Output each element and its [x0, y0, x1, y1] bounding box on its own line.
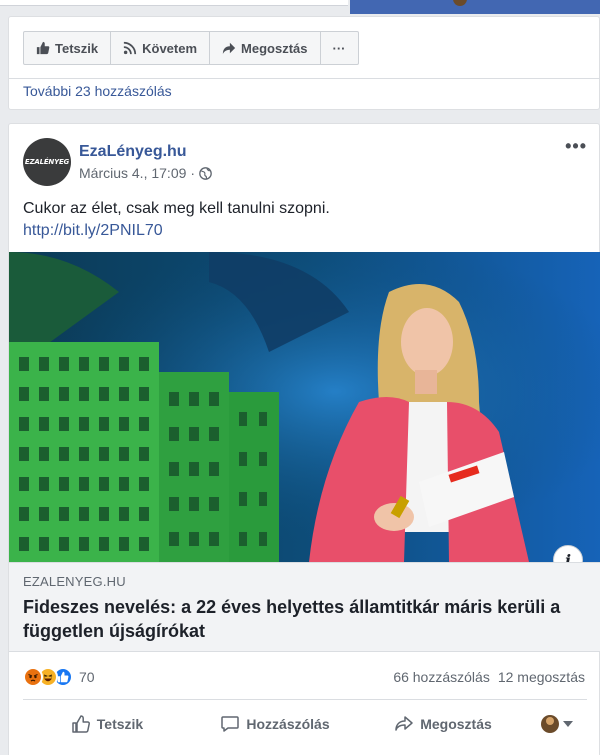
- post-card: EZALÉNYEG EzaLényeg.hu Március 4., 17:09…: [8, 123, 600, 755]
- comment-count[interactable]: 66 hozzászólás: [393, 669, 490, 685]
- page-like-label: Tetszik: [55, 40, 99, 56]
- divider: [9, 78, 600, 79]
- ted-talk-photo: [9, 252, 600, 562]
- globe-icon[interactable]: [199, 166, 212, 180]
- post-timestamp[interactable]: Március 4., 17:09: [79, 165, 186, 181]
- previous-post-card: Tetszik Követem Megosztás ··· További 23…: [8, 16, 600, 110]
- follow-label: Követem: [142, 40, 198, 56]
- page-logo: EZALÉNYEG: [24, 158, 70, 166]
- more-comments-link[interactable]: További 23 hozzászólás: [23, 83, 172, 99]
- meta-separator: ·: [190, 165, 196, 181]
- reaction-count: 70: [79, 669, 95, 685]
- rss-icon: [123, 41, 137, 55]
- thumbs-up-outline-icon: [72, 715, 90, 733]
- comment-label: Hozzászólás: [246, 716, 330, 732]
- like-label: Tetszik: [96, 716, 144, 732]
- page-avatar[interactable]: EZALÉNYEG: [23, 138, 71, 186]
- angry-icon: [23, 667, 43, 687]
- user-avatar: [541, 715, 559, 733]
- thumbs-up-icon: [36, 41, 50, 55]
- page-name-link[interactable]: EzaLényeg.hu: [79, 143, 187, 161]
- share-arrow-icon: [222, 42, 236, 55]
- link-preview-image[interactable]: [9, 252, 600, 562]
- link-preview-box[interactable]: EZALENYEG.HU Fideszes nevelés: a 22 éves…: [9, 562, 600, 652]
- comment-button[interactable]: Hozzászólás: [191, 706, 359, 742]
- post-message: Cukor az élet, csak meg kell tanulni szo…: [23, 200, 330, 217]
- comment-bubble-icon: [221, 716, 240, 732]
- link-domain: EZALENYEG.HU: [23, 574, 126, 589]
- engagement-stats: 66 hozzászólás 12 megosztás: [393, 669, 585, 685]
- share-count[interactable]: 12 megosztás: [498, 669, 585, 685]
- link-title[interactable]: Fideszes nevelés: a 22 éves helyettes ál…: [23, 595, 593, 643]
- divider: [23, 699, 587, 700]
- chevron-down-icon: [563, 721, 573, 727]
- like-button[interactable]: Tetszik: [23, 706, 191, 742]
- page-share-label: Megosztás: [241, 40, 308, 56]
- reactions-summary[interactable]: 70: [23, 666, 95, 688]
- post-link[interactable]: http://bit.ly/2PNIL70: [23, 220, 163, 242]
- post-action-bar: Tetszik Hozzászólás Megosztás: [23, 704, 587, 744]
- page-like-button[interactable]: Tetszik: [24, 32, 112, 64]
- search-area: [0, 0, 348, 6]
- more-dots-icon: ···: [332, 40, 346, 56]
- page-actions-group: Tetszik Követem Megosztás ···: [23, 31, 359, 65]
- follow-button[interactable]: Követem: [111, 32, 211, 64]
- top-navigation-bar: [0, 0, 600, 14]
- share-button[interactable]: Megosztás: [359, 706, 527, 742]
- blue-header: [350, 0, 600, 14]
- page-more-button[interactable]: ···: [321, 32, 358, 64]
- post-meta: Március 4., 17:09 ·: [79, 165, 212, 181]
- page-share-button[interactable]: Megosztás: [210, 32, 321, 64]
- share-label: Megosztás: [420, 716, 492, 732]
- share-arrow-outline-icon: [395, 716, 413, 731]
- post-as-selector[interactable]: [527, 715, 587, 733]
- post-options-button[interactable]: •••: [565, 136, 587, 157]
